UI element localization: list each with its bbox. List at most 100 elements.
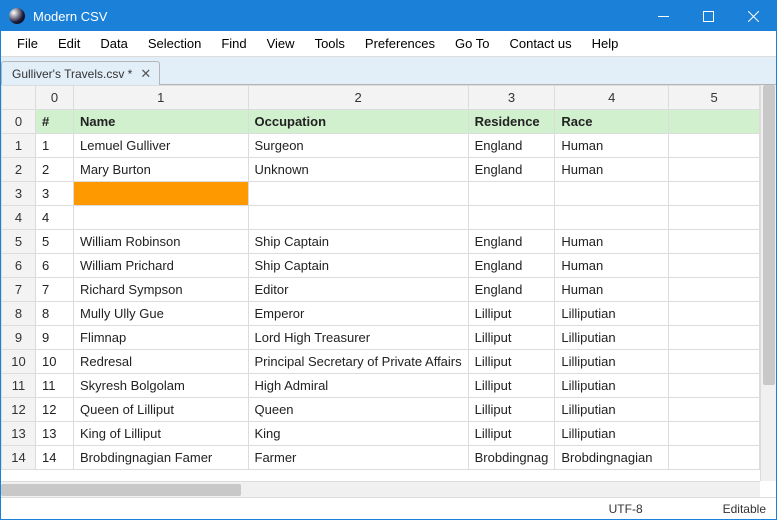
cell[interactable]	[669, 398, 760, 422]
col-header-1[interactable]: 1	[74, 86, 249, 110]
tab-close-icon[interactable]: ✕	[140, 66, 151, 82]
col-header-3[interactable]: 3	[468, 86, 555, 110]
cell[interactable]: Lemuel Gulliver	[74, 134, 249, 158]
cell[interactable]: Occupation	[248, 110, 468, 134]
cell[interactable]: Lilliputian	[555, 374, 669, 398]
status-encoding[interactable]: UTF-8	[609, 502, 643, 516]
cell[interactable]: 1	[36, 134, 74, 158]
row-header[interactable]: 4	[2, 206, 36, 230]
cell[interactable]	[669, 374, 760, 398]
row-header[interactable]: 7	[2, 278, 36, 302]
cell[interactable]: Queen	[248, 398, 468, 422]
cell[interactable]: England	[468, 278, 555, 302]
menu-preferences[interactable]: Preferences	[355, 33, 445, 54]
menu-view[interactable]: View	[257, 33, 305, 54]
cell[interactable]: King of Lilliput	[74, 422, 249, 446]
cell[interactable]: 6	[36, 254, 74, 278]
menu-edit[interactable]: Edit	[48, 33, 90, 54]
cell[interactable]	[468, 182, 555, 206]
cell[interactable]: 9	[36, 326, 74, 350]
menu-data[interactable]: Data	[90, 33, 137, 54]
cell[interactable]: Residence	[468, 110, 555, 134]
cell[interactable]: England	[468, 158, 555, 182]
cell[interactable]: Human	[555, 278, 669, 302]
col-header-5[interactable]: 5	[669, 86, 760, 110]
cell[interactable]	[669, 230, 760, 254]
cell[interactable]: Lilliput	[468, 302, 555, 326]
cell[interactable]: High Admiral	[248, 374, 468, 398]
cell[interactable]: 11	[36, 374, 74, 398]
cell[interactable]	[669, 206, 760, 230]
row-header[interactable]: 14	[2, 446, 36, 470]
menu-goto[interactable]: Go To	[445, 33, 499, 54]
cell[interactable]: 2	[36, 158, 74, 182]
vertical-scrollbar-thumb[interactable]	[763, 85, 775, 385]
cell[interactable]: England	[468, 134, 555, 158]
row-header[interactable]: 5	[2, 230, 36, 254]
row-header[interactable]: 10	[2, 350, 36, 374]
cell[interactable]: King	[248, 422, 468, 446]
cell[interactable]: 7	[36, 278, 74, 302]
grid-viewport[interactable]: 0 1 2 3 4 5 0#NameOccupationResidenceRac…	[1, 85, 760, 481]
col-header-2[interactable]: 2	[248, 86, 468, 110]
horizontal-scrollbar[interactable]	[1, 481, 760, 497]
cell[interactable]: Brobdingnag	[468, 446, 555, 470]
row-header[interactable]: 12	[2, 398, 36, 422]
cell[interactable]: Skyresh Bolgolam	[74, 374, 249, 398]
cell[interactable]	[468, 206, 555, 230]
cell[interactable]: Unknown	[248, 158, 468, 182]
title-bar[interactable]: Modern CSV	[1, 1, 776, 31]
cell[interactable]	[669, 326, 760, 350]
cell[interactable]: 5	[36, 230, 74, 254]
cell[interactable]: Farmer	[248, 446, 468, 470]
cell[interactable]: Principal Secretary of Private Affairs	[248, 350, 468, 374]
cell[interactable]: Lilliputian	[555, 398, 669, 422]
cell[interactable]: Brobdingnagian Famer	[74, 446, 249, 470]
cell[interactable]	[669, 302, 760, 326]
menu-selection[interactable]: Selection	[138, 33, 211, 54]
cell[interactable]: Mully Ully Gue	[74, 302, 249, 326]
cell[interactable]: Lilliputian	[555, 326, 669, 350]
cell[interactable]: Name	[74, 110, 249, 134]
cell[interactable]: Lilliput	[468, 422, 555, 446]
cell[interactable]: Richard Sympson	[74, 278, 249, 302]
cell[interactable]: England	[468, 254, 555, 278]
maximize-button[interactable]	[686, 1, 731, 31]
cell[interactable]	[669, 134, 760, 158]
cell[interactable]: Lilliput	[468, 374, 555, 398]
cell[interactable]: Lord High Treasurer	[248, 326, 468, 350]
row-header[interactable]: 2	[2, 158, 36, 182]
cell[interactable]: Race	[555, 110, 669, 134]
cell[interactable]: Human	[555, 134, 669, 158]
row-header[interactable]: 3	[2, 182, 36, 206]
cell[interactable]: Lilliput	[468, 326, 555, 350]
row-header[interactable]: 9	[2, 326, 36, 350]
cell[interactable]: Lilliput	[468, 350, 555, 374]
cell[interactable]: 10	[36, 350, 74, 374]
cell[interactable]	[669, 158, 760, 182]
row-header[interactable]: 0	[2, 110, 36, 134]
cell[interactable]: Editor	[248, 278, 468, 302]
cell[interactable]	[555, 206, 669, 230]
close-button[interactable]	[731, 1, 776, 31]
corner-cell[interactable]	[2, 86, 36, 110]
menu-file[interactable]: File	[7, 33, 48, 54]
row-header[interactable]: 8	[2, 302, 36, 326]
minimize-button[interactable]	[641, 1, 686, 31]
cell[interactable]: Ship Captain	[248, 230, 468, 254]
cell[interactable]: Emperor	[248, 302, 468, 326]
cell[interactable]: Human	[555, 158, 669, 182]
cell[interactable]: Brobdingnagian	[555, 446, 669, 470]
row-header[interactable]: 1	[2, 134, 36, 158]
cell[interactable]	[669, 110, 760, 134]
cell[interactable]	[555, 182, 669, 206]
cell[interactable]: Lilliput	[468, 398, 555, 422]
cell[interactable]: 13	[36, 422, 74, 446]
horizontal-scrollbar-thumb[interactable]	[1, 484, 241, 496]
cell[interactable]: William Prichard	[74, 254, 249, 278]
cell[interactable]: Redresal	[74, 350, 249, 374]
row-header[interactable]: 13	[2, 422, 36, 446]
cell[interactable]: William Robinson	[74, 230, 249, 254]
cell[interactable]: Human	[555, 230, 669, 254]
row-header[interactable]: 6	[2, 254, 36, 278]
